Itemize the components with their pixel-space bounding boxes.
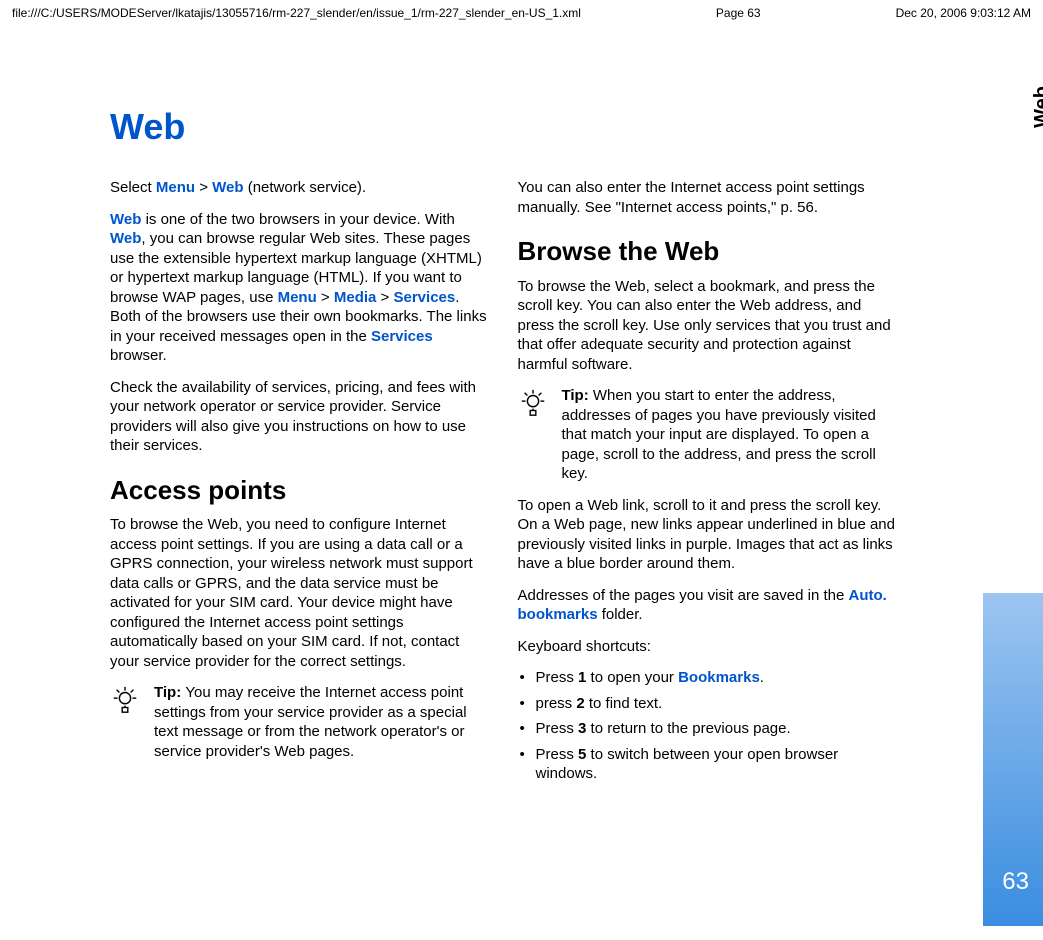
shortcut-list: Press 1 to open your Bookmarks. press 2 … bbox=[518, 668, 896, 784]
text: Select bbox=[110, 179, 156, 196]
doc-header: file:///C:/USERS/MODEServer/lkatajis/130… bbox=[0, 0, 1043, 26]
text: When you start to enter the address, add… bbox=[562, 387, 876, 482]
text: to find text. bbox=[585, 695, 663, 712]
media-link: Media bbox=[334, 289, 377, 306]
text: to open your bbox=[586, 669, 678, 686]
text: Press bbox=[536, 720, 579, 737]
web-link: Web bbox=[110, 230, 141, 247]
columns: Select Menu > Web (network service). Web… bbox=[110, 178, 895, 790]
text: You may receive the Internet access poin… bbox=[154, 684, 467, 760]
paragraph: Web is one of the two browsers in your d… bbox=[110, 210, 488, 366]
web-link: Web bbox=[110, 211, 141, 228]
text: Addresses of the pages you visit are sav… bbox=[518, 587, 849, 604]
menu-link: Menu bbox=[156, 179, 195, 196]
tip-block: Tip: When you start to enter the address… bbox=[518, 386, 896, 484]
paragraph: To browse the Web, select a bookmark, an… bbox=[518, 277, 896, 375]
paragraph: You can also enter the Internet access p… bbox=[518, 178, 896, 217]
page-number: 63 bbox=[1002, 868, 1029, 896]
content-area: Web Select Menu > Web (network service).… bbox=[0, 26, 955, 810]
list-item: press 2 to find text. bbox=[518, 694, 896, 714]
column-right: You can also enter the Internet access p… bbox=[518, 178, 896, 790]
text: . bbox=[760, 669, 764, 686]
file-path: file:///C:/USERS/MODEServer/lkatajis/130… bbox=[12, 6, 581, 20]
text: > bbox=[317, 289, 334, 306]
intro-line: Select Menu > Web (network service). bbox=[110, 178, 488, 198]
tip-icon bbox=[110, 685, 140, 715]
tip-icon bbox=[518, 388, 548, 418]
text: folder. bbox=[598, 606, 643, 623]
tip-label: Tip: bbox=[562, 387, 593, 404]
page-title: Web bbox=[110, 106, 895, 148]
text: (network service). bbox=[244, 179, 367, 196]
text: Press bbox=[536, 746, 579, 763]
paragraph: Addresses of the pages you visit are sav… bbox=[518, 586, 896, 625]
list-item: Press 1 to open your Bookmarks. bbox=[518, 668, 896, 688]
text: is one of the two browsers in your devic… bbox=[141, 211, 454, 228]
list-item: Press 5 to switch between your open brow… bbox=[518, 745, 896, 784]
paragraph: To open a Web link, scroll to it and pre… bbox=[518, 496, 896, 574]
services-link: Services bbox=[394, 289, 456, 306]
shortcuts-heading: Keyboard shortcuts: bbox=[518, 637, 896, 657]
column-left: Select Menu > Web (network service). Web… bbox=[110, 178, 488, 790]
services-link: Services bbox=[371, 328, 433, 345]
datetime: Dec 20, 2006 9:03:12 AM bbox=[896, 6, 1031, 20]
list-item: Press 3 to return to the previous page. bbox=[518, 719, 896, 739]
page-indicator: Page 63 bbox=[716, 6, 761, 20]
tip-block: Tip: You may receive the Internet access… bbox=[110, 683, 488, 761]
web-link: Web bbox=[212, 179, 243, 196]
page: Web 63 Web Select Menu > Web (network se… bbox=[0, 26, 1043, 926]
text: browser. bbox=[110, 347, 167, 364]
menu-link: Menu bbox=[278, 289, 317, 306]
text: to return to the previous page. bbox=[586, 720, 790, 737]
key: 2 bbox=[576, 695, 584, 712]
text: press bbox=[536, 695, 577, 712]
section-access-points: Access points bbox=[110, 474, 488, 508]
paragraph: To browse the Web, you need to configure… bbox=[110, 515, 488, 671]
paragraph: Check the availability of services, pric… bbox=[110, 378, 488, 456]
tip-text: Tip: You may receive the Internet access… bbox=[154, 683, 488, 761]
text: Press bbox=[536, 669, 579, 686]
tip-label: Tip: bbox=[154, 684, 185, 701]
text: > bbox=[376, 289, 393, 306]
bookmarks-link: Bookmarks bbox=[678, 669, 760, 686]
text: > bbox=[195, 179, 212, 196]
side-tab-label: Web bbox=[1031, 86, 1043, 128]
tip-text: Tip: When you start to enter the address… bbox=[562, 386, 896, 484]
section-browse-web: Browse the Web bbox=[518, 235, 896, 269]
side-tab bbox=[983, 186, 1043, 926]
